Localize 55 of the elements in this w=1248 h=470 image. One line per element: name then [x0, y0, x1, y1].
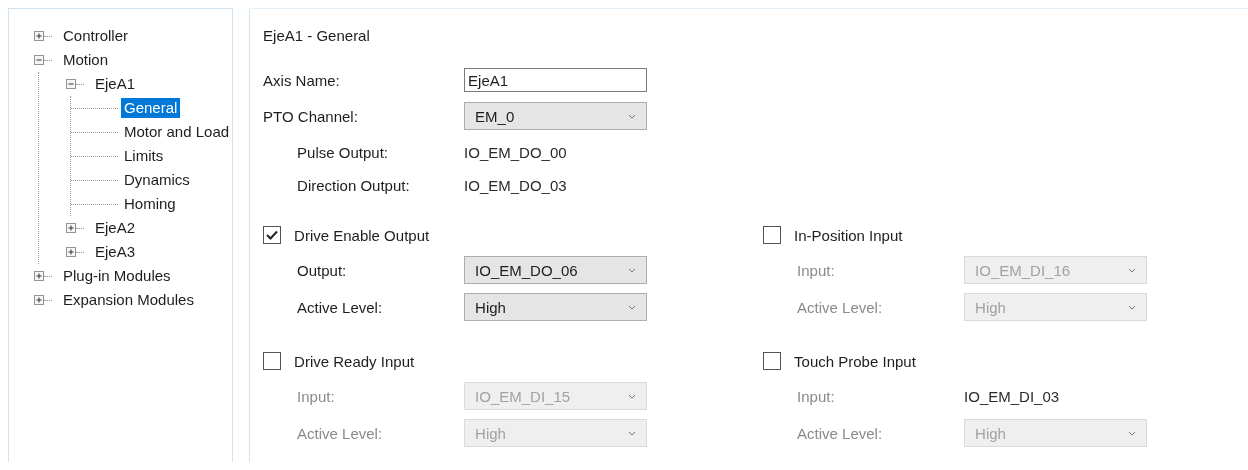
chevron-down-icon — [1128, 267, 1137, 273]
tree-item[interactable]: Motor and Load — [121, 122, 233, 142]
field-label: Input: — [797, 261, 836, 279]
checkbox-label: Drive Enable Output — [294, 226, 430, 244]
chevron-down-icon — [1128, 304, 1137, 310]
chevron-down-icon — [628, 430, 637, 436]
tree-item[interactable]: EjeA2 — [92, 218, 139, 238]
field-label: Active Level: — [297, 424, 384, 442]
expand-icon[interactable] — [66, 223, 76, 233]
chevron-down-icon — [628, 267, 637, 273]
field-label: Active Level: — [797, 298, 884, 316]
checkbox-label: In-Position Input — [794, 226, 903, 244]
chevron-down-icon — [628, 393, 637, 399]
tree-item[interactable]: Expansion Modules — [60, 290, 197, 310]
chevron-down-icon — [628, 304, 637, 310]
checkbox-label: Drive Ready Input — [294, 352, 415, 370]
checkbox[interactable] — [763, 352, 782, 370]
field-label: Input: — [297, 387, 336, 405]
expand-icon[interactable] — [34, 271, 44, 281]
field-label: Axis Name: — [263, 71, 341, 89]
tree-item[interactable]: Dynamics — [121, 170, 193, 190]
tree-item[interactable]: EjeA1 — [92, 74, 139, 94]
checkbox[interactable] — [763, 226, 782, 244]
field-label: Active Level: — [297, 298, 384, 316]
tree-item[interactable]: Motion — [60, 50, 112, 70]
field-label: Output: — [297, 261, 348, 279]
tree-item[interactable]: Controller — [60, 26, 132, 46]
dropdown[interactable]: High — [464, 293, 648, 321]
chevron-down-icon — [1128, 430, 1137, 436]
tree-item[interactable]: Limits — [121, 146, 167, 166]
field-label: Direction Output: — [297, 176, 411, 194]
text-field[interactable]: EjeA1 — [464, 68, 648, 92]
chevron-down-icon — [628, 113, 637, 119]
tree-item[interactable]: General — [121, 98, 181, 118]
expand-icon[interactable] — [34, 31, 44, 41]
tree-item[interactable]: Plug-in Modules — [60, 266, 174, 286]
checkbox[interactable] — [263, 226, 282, 244]
collapse-icon[interactable] — [34, 55, 44, 65]
value-text: IO_EM_DO_00 — [464, 143, 567, 161]
form-title: EjeA1 - General — [263, 26, 371, 46]
field-label: Input: — [797, 387, 836, 405]
checkbox[interactable] — [263, 352, 282, 370]
tree-item[interactable]: EjeA3 — [92, 242, 139, 262]
dropdown[interactable]: IO_EM_DO_06 — [464, 256, 648, 284]
expand-icon[interactable] — [34, 295, 44, 305]
tree-item[interactable]: Homing — [121, 194, 179, 214]
value-text: IO_EM_DI_03 — [964, 387, 1060, 405]
value-text: IO_EM_DO_03 — [464, 176, 567, 194]
checkbox-label: Touch Probe Input — [794, 352, 916, 370]
collapse-icon[interactable] — [66, 79, 76, 89]
field-label: Active Level: — [797, 424, 884, 442]
dropdown[interactable]: EM_0 — [464, 102, 648, 130]
expand-icon[interactable] — [66, 247, 76, 257]
field-label: Pulse Output: — [297, 143, 389, 161]
field-label: PTO Channel: — [263, 107, 359, 125]
